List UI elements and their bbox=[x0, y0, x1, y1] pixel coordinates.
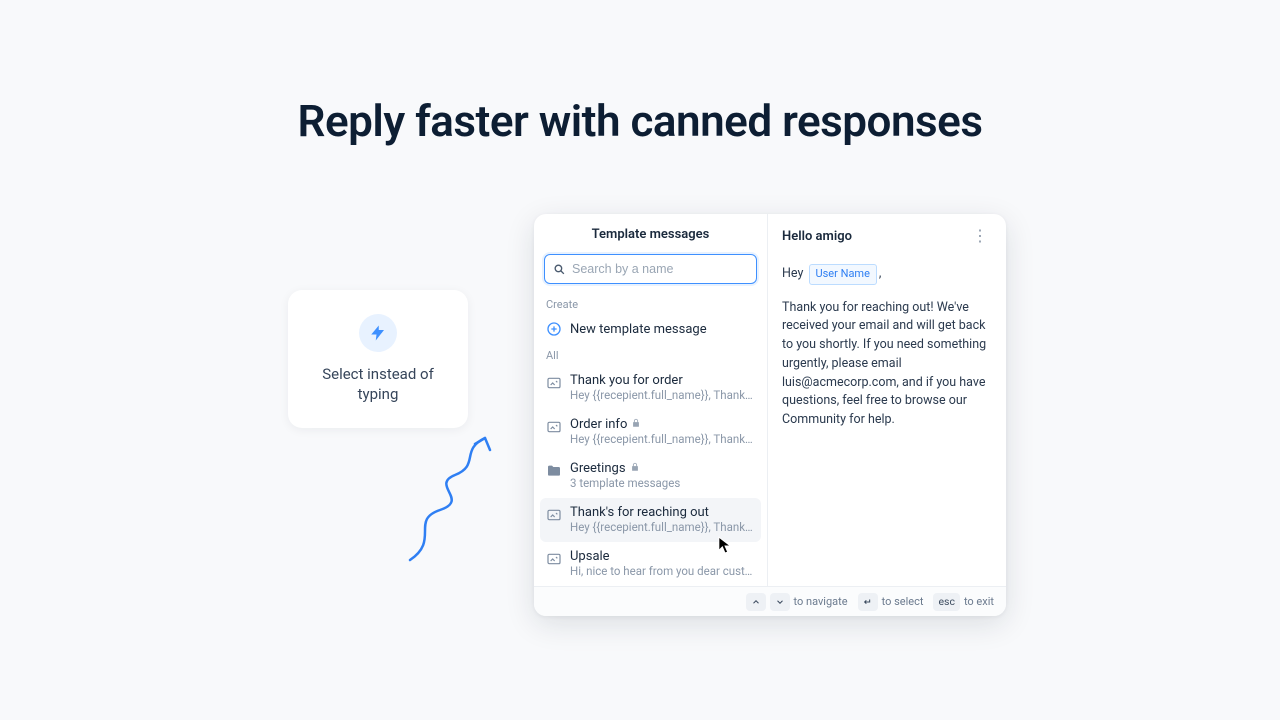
footer-navigate-label: to navigate bbox=[794, 595, 848, 608]
message-icon bbox=[546, 375, 562, 391]
template-item-title: Thank you for order bbox=[570, 373, 755, 388]
search-input-wrapper[interactable] bbox=[544, 254, 757, 284]
folder-icon bbox=[546, 463, 562, 479]
template-item-subtitle: Hey {{recepient.full_name}}, Thank you f… bbox=[570, 388, 755, 402]
key-enter-icon bbox=[858, 593, 878, 611]
template-item-subtitle: Hey {{recepient.full_name}}, Thank you f… bbox=[570, 432, 755, 446]
template-item-title: Greetings bbox=[570, 461, 755, 476]
variable-chip: User Name bbox=[809, 264, 877, 285]
tagline-card: Select instead of typing bbox=[288, 290, 468, 428]
template-list-header: Template messages bbox=[534, 214, 767, 254]
template-item-title: Thank's for reaching out bbox=[570, 505, 755, 520]
template-folder[interactable]: Greetings3 template messages bbox=[534, 454, 767, 498]
hero-title: Reply faster with canned responses bbox=[0, 95, 1280, 147]
template-item[interactable]: Thank's for reaching outHey {{recepient.… bbox=[540, 498, 761, 542]
more-menu-icon[interactable]: ⋮ bbox=[968, 226, 992, 246]
template-item-subtitle: Hi, nice to hear from you dear customer,… bbox=[570, 564, 755, 578]
bolt-icon bbox=[359, 314, 397, 352]
template-item[interactable]: Thank you for orderHey {{recepient.full_… bbox=[534, 366, 767, 410]
arrow-squiggle bbox=[400, 430, 510, 570]
panel-footer: to navigate to select esc to exit bbox=[534, 586, 1006, 616]
template-preview-column: Hello amigo ⋮ Hey User Name, Thank you f… bbox=[768, 214, 1006, 586]
template-list-column: Template messages Create New template me… bbox=[534, 214, 768, 586]
preview-greeting: Hey User Name, bbox=[782, 264, 992, 285]
key-esc: esc bbox=[933, 593, 959, 611]
template-item-subtitle: Hey {{recepient.full_name}}, Thank you f… bbox=[570, 520, 755, 534]
preview-title: Hello amigo bbox=[782, 229, 852, 244]
new-template-button[interactable]: New template message bbox=[534, 315, 767, 343]
plus-circle-icon bbox=[546, 321, 562, 337]
template-item-title: Upsale bbox=[570, 549, 755, 564]
template-item[interactable]: Order infoHey {{recepient.full_name}}, T… bbox=[534, 410, 767, 454]
search-input[interactable] bbox=[572, 262, 748, 276]
search-icon bbox=[553, 263, 566, 276]
new-template-label: New template message bbox=[570, 322, 707, 337]
footer-exit-label: to exit bbox=[964, 595, 994, 608]
message-icon bbox=[546, 419, 562, 435]
section-label-create: Create bbox=[534, 292, 767, 315]
lock-icon bbox=[630, 461, 640, 476]
template-item-title: Order info bbox=[570, 417, 755, 432]
section-label-all: All bbox=[534, 343, 767, 366]
lock-icon bbox=[631, 417, 641, 432]
key-arrow-up-icon bbox=[746, 593, 766, 611]
template-item[interactable]: UpsaleHi, nice to hear from you dear cus… bbox=[534, 542, 767, 586]
key-arrow-down-icon bbox=[770, 593, 790, 611]
preview-body-text: Thank you for reaching out! We've receiv… bbox=[782, 299, 992, 430]
template-panel: Template messages Create New template me… bbox=[534, 214, 1006, 616]
message-icon bbox=[546, 551, 562, 567]
template-list: Thank you for orderHey {{recepient.full_… bbox=[534, 366, 767, 586]
template-item-subtitle: 3 template messages bbox=[570, 476, 755, 490]
footer-select-label: to select bbox=[882, 595, 924, 608]
message-icon bbox=[546, 507, 562, 523]
tagline-text: Select instead of typing bbox=[302, 364, 454, 405]
